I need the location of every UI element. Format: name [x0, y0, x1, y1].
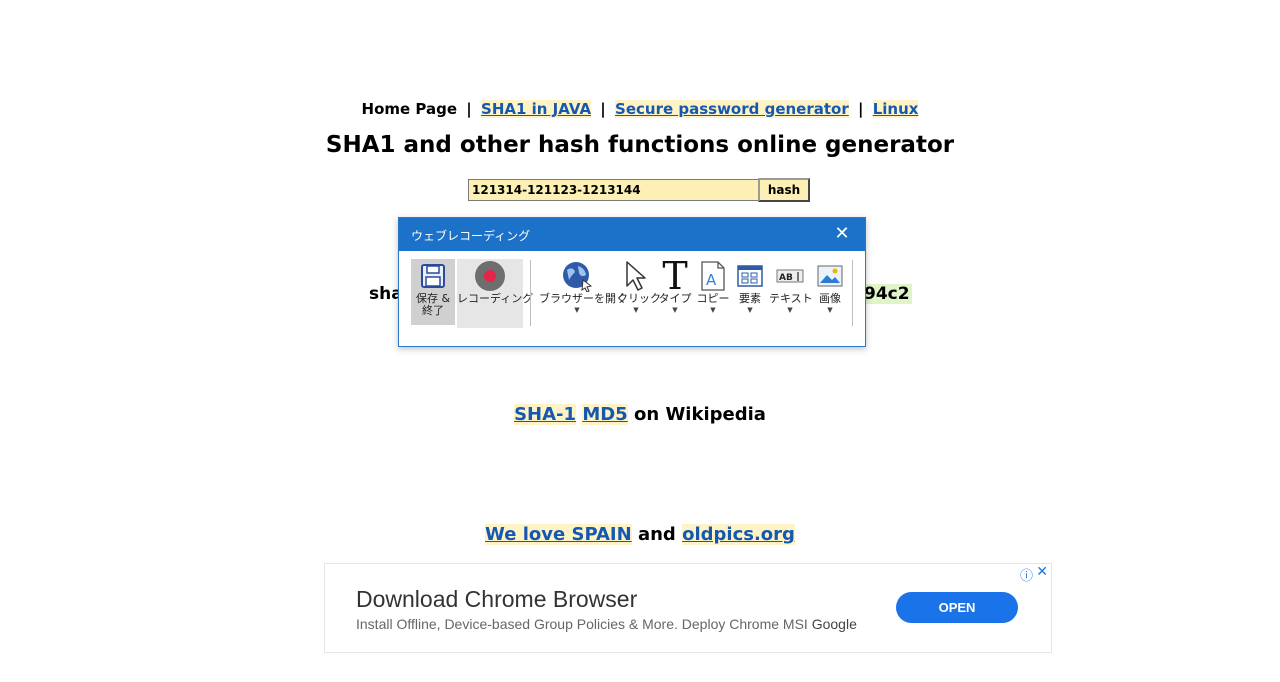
top-navigation: Home Page | SHA1 in JAVA | Secure passwo… [0, 100, 1280, 118]
recorder-title: ウェブレコーディング [411, 229, 531, 243]
svg-text:A: A [706, 271, 717, 289]
text-icon: AB [769, 259, 811, 293]
oldpics-link[interactable]: oldpics.org [682, 524, 795, 545]
nav-separator: | [466, 100, 472, 118]
type-label: タイプ [658, 292, 692, 305]
click-button[interactable]: クリック ▼ [617, 259, 661, 315]
close-icon[interactable]: ✕ [1036, 564, 1048, 580]
we-love-spain-link[interactable]: We love SPAIN [485, 524, 632, 545]
toolbar-divider [852, 260, 853, 326]
advertisement[interactable]: Download Chrome Browser Install Offline,… [324, 563, 1052, 653]
image-button[interactable]: 画像 ▼ [813, 259, 847, 315]
sha1-wikipedia-link[interactable]: SHA-1 [514, 404, 577, 425]
copy-button[interactable]: A コピー ▼ [696, 259, 730, 315]
wikipedia-links: SHA-1 MD5 on Wikipedia [0, 404, 1280, 425]
globe-icon [539, 259, 615, 293]
cursor-icon [617, 259, 655, 293]
hash-input[interactable] [468, 179, 758, 201]
wikipedia-suffix: on Wikipedia [634, 404, 766, 425]
image-label: 画像 [819, 292, 841, 305]
ad-open-button[interactable]: OPEN [896, 592, 1018, 623]
save-and-exit-button[interactable]: 保存 & 終了 [411, 259, 455, 325]
record-label: レコーディング [457, 292, 534, 305]
toolbar-divider [530, 260, 531, 326]
web-recording-window: ウェブレコーディング ✕ 保存 & 終了 レコーディング ブラウザーを開く ▼ … [398, 217, 866, 347]
sha1-java-link[interactable]: SHA1 in JAVA [481, 100, 592, 118]
ad-brand: Google [811, 616, 857, 632]
partner-links: We love SPAIN and oldpics.org [0, 524, 1280, 545]
nav-separator: | [600, 100, 606, 118]
and-text: and [637, 524, 676, 545]
element-icon [733, 259, 767, 293]
element-label: 要素 [739, 292, 761, 305]
nav-separator: | [857, 100, 864, 118]
chevron-down-icon[interactable]: ▼ [617, 305, 655, 315]
type-icon: T [662, 254, 688, 298]
text-label: テキスト [769, 292, 813, 305]
text-button[interactable]: AB テキスト ▼ [769, 259, 813, 315]
info-icon[interactable]: ⓘ [1020, 565, 1033, 584]
floppy-disk-icon [411, 259, 455, 293]
recording-button[interactable]: レコーディング [457, 259, 534, 328]
hash-form: hash [468, 178, 810, 203]
svg-text:AB: AB [779, 273, 793, 283]
type-button[interactable]: T タイプ ▼ [658, 254, 692, 315]
chevron-down-icon[interactable]: ▼ [769, 305, 811, 315]
result-text-right: 94c2 [862, 284, 912, 304]
home-page-label: Home Page [361, 100, 458, 118]
hash-button[interactable]: hash [758, 178, 810, 202]
close-icon[interactable]: ✕ [825, 221, 859, 247]
chevron-down-icon[interactable]: ▼ [813, 305, 847, 315]
click-label: クリック [617, 292, 661, 305]
open-browser-label: ブラウザーを開く [539, 292, 627, 305]
recorder-titlebar[interactable]: ウェブレコーディング ✕ [399, 218, 865, 251]
chevron-down-icon[interactable]: ▼ [658, 305, 692, 315]
copy-label: コピー [696, 292, 730, 305]
open-browser-button[interactable]: ブラウザーを開く ▼ [539, 259, 627, 315]
save-label: 保存 & 終了 [415, 292, 451, 317]
chevron-down-icon[interactable]: ▼ [539, 305, 615, 315]
password-generator-link[interactable]: Secure password generator [615, 100, 849, 118]
linux-link[interactable]: Linux [872, 100, 919, 118]
md5-wikipedia-link[interactable]: MD5 [582, 404, 628, 425]
ad-title[interactable]: Download Chrome Browser [356, 586, 637, 613]
page-title: SHA1 and other hash functions online gen… [325, 132, 955, 158]
copy-icon: A [696, 259, 730, 293]
ad-description: Install Offline, Device-based Group Poli… [356, 616, 857, 632]
ad-description-text: Install Offline, Device-based Group Poli… [356, 616, 808, 632]
element-button[interactable]: 要素 ▼ [733, 259, 767, 315]
image-icon [813, 259, 847, 293]
chevron-down-icon[interactable]: ▼ [696, 305, 730, 315]
chevron-down-icon[interactable]: ▼ [733, 305, 767, 315]
record-icon [457, 259, 523, 293]
